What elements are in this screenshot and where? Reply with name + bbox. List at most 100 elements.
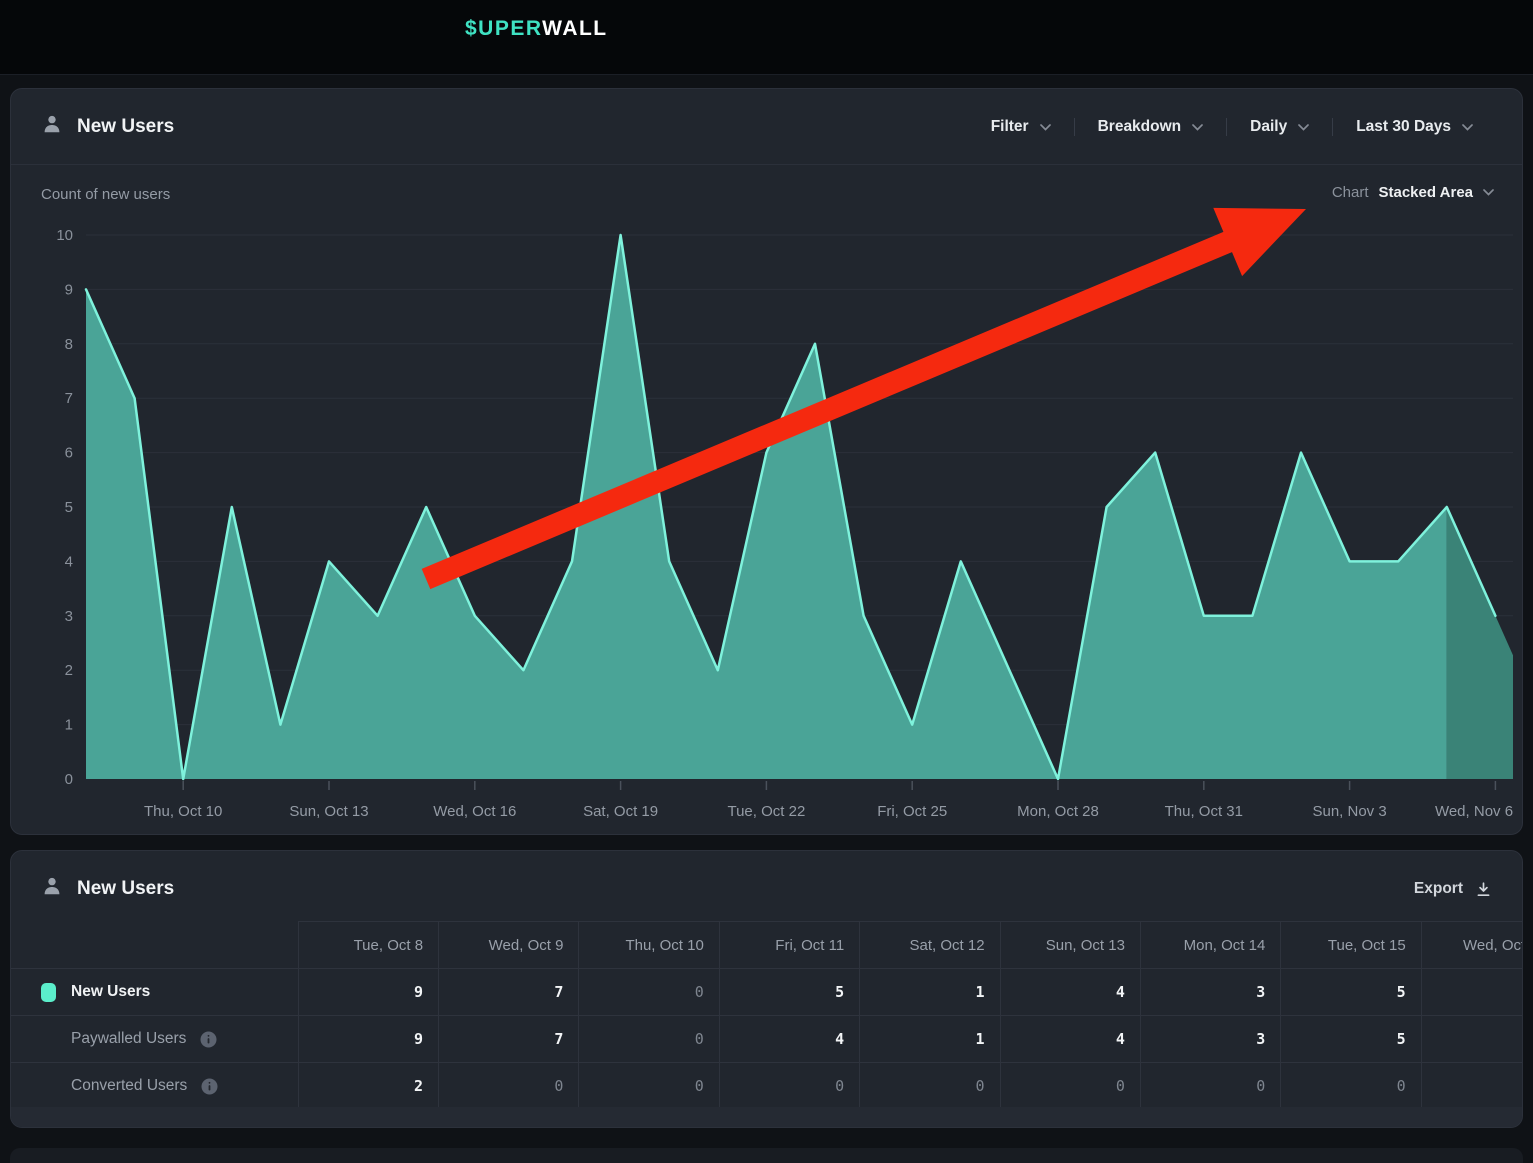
chevron-down-icon (1298, 124, 1309, 131)
column-header-date: Thu, Oct 10 (579, 922, 719, 969)
svg-text:10: 10 (56, 227, 73, 244)
svg-text:Thu, Oct 10: Thu, Oct 10 (144, 803, 222, 820)
table-header-row: Tue, Oct 8Wed, Oct 9Thu, Oct 10Fri, Oct … (11, 922, 1522, 969)
filter-dropdown[interactable]: Filter (968, 118, 1074, 136)
column-header-date: Sat, Oct 12 (860, 922, 1000, 969)
chevron-down-icon (1192, 124, 1203, 131)
chevron-down-icon (1483, 189, 1494, 196)
chart-panel-title: New Users (41, 113, 174, 141)
svg-text:Sat, Oct 19: Sat, Oct 19 (583, 803, 658, 820)
svg-text:6: 6 (65, 445, 73, 462)
value-cell: 3 (1140, 1016, 1280, 1063)
row-label-cell: Paywalled Users (11, 1016, 298, 1063)
svg-text:Fri, Oct 25: Fri, Oct 25 (877, 803, 947, 820)
svg-text:Tue, Oct 22: Tue, Oct 22 (727, 803, 805, 820)
table-panel-title: New Users (41, 875, 174, 903)
value-cell: 0 (860, 1063, 1000, 1110)
export-label: Export (1414, 880, 1463, 898)
interval-label: Daily (1250, 118, 1287, 136)
value-cell: 4 (719, 1016, 859, 1063)
logo-rest-text: WALL (542, 17, 607, 40)
row-label-cell: Converted Users (11, 1063, 298, 1110)
table-row: New Users970514353 (11, 969, 1522, 1016)
svg-text:Wed, Oct 16: Wed, Oct 16 (433, 803, 516, 820)
svg-text:0: 0 (65, 771, 73, 788)
svg-text:Wed, Nov 6: Wed, Nov 6 (1435, 803, 1513, 820)
value-cell: 0 (719, 1063, 859, 1110)
logo-accent-text: $UPER (465, 17, 542, 40)
chart-type-dropdown[interactable]: Chart Stacked Area (1332, 184, 1494, 201)
svg-text:3: 3 (65, 608, 73, 625)
column-header-date: Sun, Oct 13 (1000, 922, 1140, 969)
value-cell: 5 (1281, 1016, 1421, 1063)
series-legend-swatch (41, 983, 56, 1002)
row-label-text: New Users (71, 983, 150, 1001)
value-cell: 7 (439, 969, 579, 1016)
value-cell: 0 (579, 1063, 719, 1110)
new-users-table-panel: New Users Export Tue, Oct 8Wed, Oct 9Thu… (10, 850, 1523, 1128)
chart-type-value: Stacked Area (1379, 184, 1474, 201)
download-icon (1475, 881, 1492, 898)
value-cell: 0 (1281, 1063, 1421, 1110)
value-cell: 3 (1421, 969, 1522, 1016)
svg-text:Mon, Oct 28: Mon, Oct 28 (1017, 803, 1099, 820)
column-header-date: Tue, Oct 15 (1281, 922, 1421, 969)
svg-text:7: 7 (65, 390, 73, 407)
value-cell: 1 (860, 1016, 1000, 1063)
value-cell: 2 (298, 1063, 438, 1110)
column-header-date: Tue, Oct 8 (298, 922, 438, 969)
next-panel-edge (10, 1148, 1523, 1163)
chevron-down-icon (1462, 124, 1473, 131)
svg-text:9: 9 (65, 281, 73, 298)
svg-text:2: 2 (65, 662, 73, 679)
info-icon[interactable] (200, 1031, 217, 1048)
row-label-cell: New Users (11, 969, 298, 1016)
info-icon[interactable] (201, 1078, 218, 1095)
person-icon (41, 113, 63, 141)
value-cell: 9 (298, 969, 438, 1016)
new-users-chart-panel: New Users Filter Breakdown Daily Last 30… (10, 88, 1523, 835)
value-cell: 5 (719, 969, 859, 1016)
value-cell: 9 (298, 1016, 438, 1063)
superwall-logo: $UPERWALL (465, 17, 608, 41)
breakdown-dropdown[interactable]: Breakdown (1074, 118, 1227, 136)
chart-type-label: Chart (1332, 184, 1369, 201)
person-icon (41, 875, 63, 903)
row-label-text: Paywalled Users (71, 1030, 186, 1048)
svg-text:8: 8 (65, 336, 73, 353)
stacked-area-chart: 012345678910Thu, Oct 10Sun, Oct 13Wed, O… (11, 89, 1524, 836)
data-table-scroll-area[interactable]: Tue, Oct 8Wed, Oct 9Thu, Oct 10Fri, Oct … (11, 921, 1522, 1110)
value-cell: 3 (1421, 1016, 1522, 1063)
value-cell: 0 (579, 969, 719, 1016)
svg-text:Thu, Oct 31: Thu, Oct 31 (1165, 803, 1243, 820)
row-label-text: Converted Users (71, 1077, 187, 1095)
svg-text:Sun, Oct 13: Sun, Oct 13 (289, 803, 368, 820)
column-header-date: Wed, Oct 16 (1421, 922, 1522, 969)
column-header-date: Mon, Oct 14 (1140, 922, 1280, 969)
export-button[interactable]: Export (1414, 851, 1492, 927)
red-annotation-arrow (422, 208, 1306, 589)
chart-panel-header: New Users Filter Breakdown Daily Last 30… (11, 89, 1522, 165)
chart-title-text: New Users (77, 116, 174, 138)
column-header-date: Fri, Oct 11 (719, 922, 859, 969)
svg-text:4: 4 (65, 553, 73, 570)
horizontal-scrollbar[interactable] (11, 1107, 1522, 1127)
interval-dropdown[interactable]: Daily (1226, 118, 1332, 136)
value-cell: 1 (860, 969, 1000, 1016)
table-row: Paywalled Users970414353 (11, 1016, 1522, 1063)
new-users-data-table: Tue, Oct 8Wed, Oct 9Thu, Oct 10Fri, Oct … (11, 921, 1522, 1110)
chevron-down-icon (1040, 124, 1051, 131)
table-corner-cell (11, 922, 298, 969)
table-title-text: New Users (77, 878, 174, 900)
table-panel-header: New Users Export (11, 851, 1522, 927)
table-row: Converted Users200000000 (11, 1063, 1522, 1110)
value-cell: 0 (1000, 1063, 1140, 1110)
date-range-dropdown[interactable]: Last 30 Days (1332, 118, 1496, 136)
value-cell: 0 (1140, 1063, 1280, 1110)
value-cell: 4 (1000, 969, 1140, 1016)
svg-text:Sun, Nov 3: Sun, Nov 3 (1312, 803, 1386, 820)
column-header-date: Wed, Oct 9 (439, 922, 579, 969)
value-cell: 0 (1421, 1063, 1522, 1110)
svg-text:5: 5 (65, 499, 73, 516)
value-cell: 0 (579, 1016, 719, 1063)
